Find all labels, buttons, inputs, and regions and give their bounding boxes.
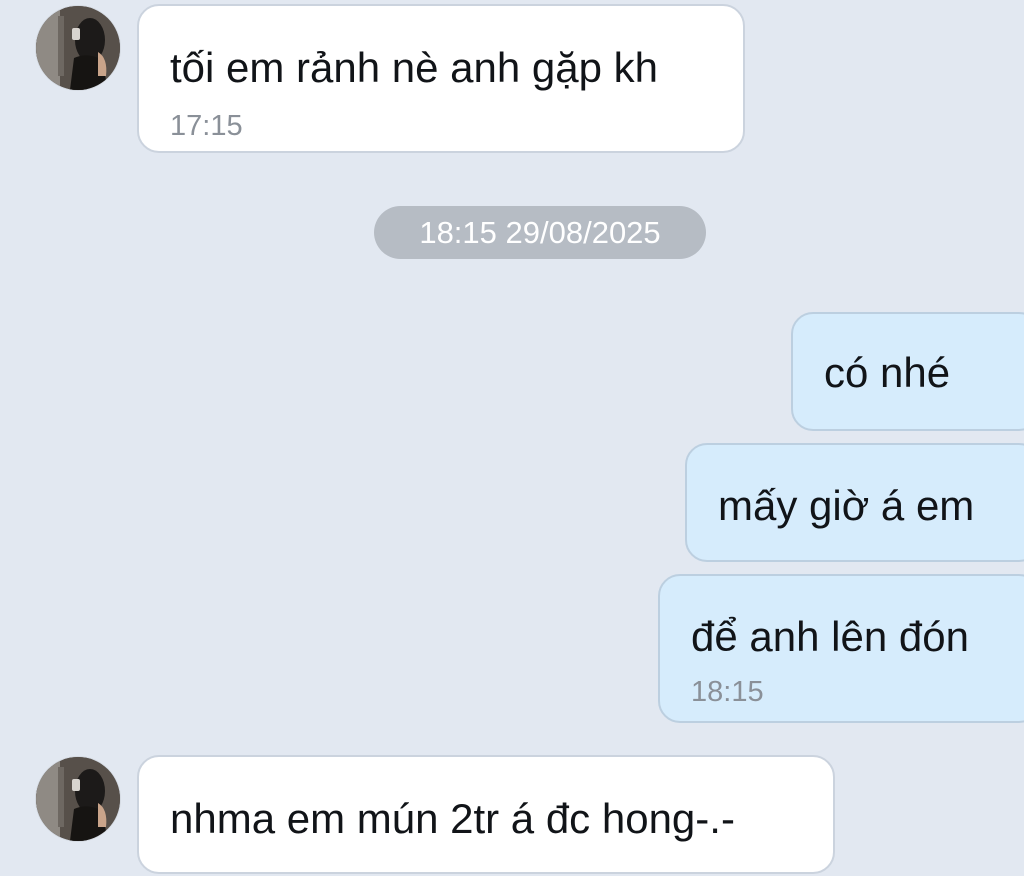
message-text: có nhé — [824, 349, 951, 396]
message-timestamp: 17:15 — [170, 110, 243, 142]
chat-message-list[interactable]: tối em rảnh nè anh gặp kh 17:15 18:15 29… — [0, 0, 1024, 876]
date-separator: 18:15 29/08/2025 — [374, 206, 706, 259]
avatar-photo-icon — [36, 6, 120, 90]
contact-avatar[interactable] — [36, 6, 120, 90]
message-bubble-incoming[interactable]: tối em rảnh nè anh gặp kh 17:15 — [137, 4, 745, 153]
message-bubble-outgoing[interactable]: để anh lên đón 18:15 — [658, 574, 1024, 723]
message-timestamp: 18:15 — [691, 676, 764, 708]
message-bubble-outgoing[interactable]: mấy giờ á em — [685, 443, 1024, 562]
message-text: nhma em mún 2tr á đc hong-.- — [170, 795, 735, 842]
contact-avatar[interactable] — [36, 757, 120, 841]
message-text: để anh lên đón — [691, 613, 969, 660]
message-text: mấy giờ á em — [718, 482, 975, 529]
message-bubble-outgoing[interactable]: có nhé — [791, 312, 1024, 431]
message-bubble-incoming[interactable]: nhma em mún 2tr á đc hong-.- — [137, 755, 835, 874]
message-text: tối em rảnh nè anh gặp kh — [170, 44, 659, 91]
avatar-photo-icon — [36, 757, 120, 841]
